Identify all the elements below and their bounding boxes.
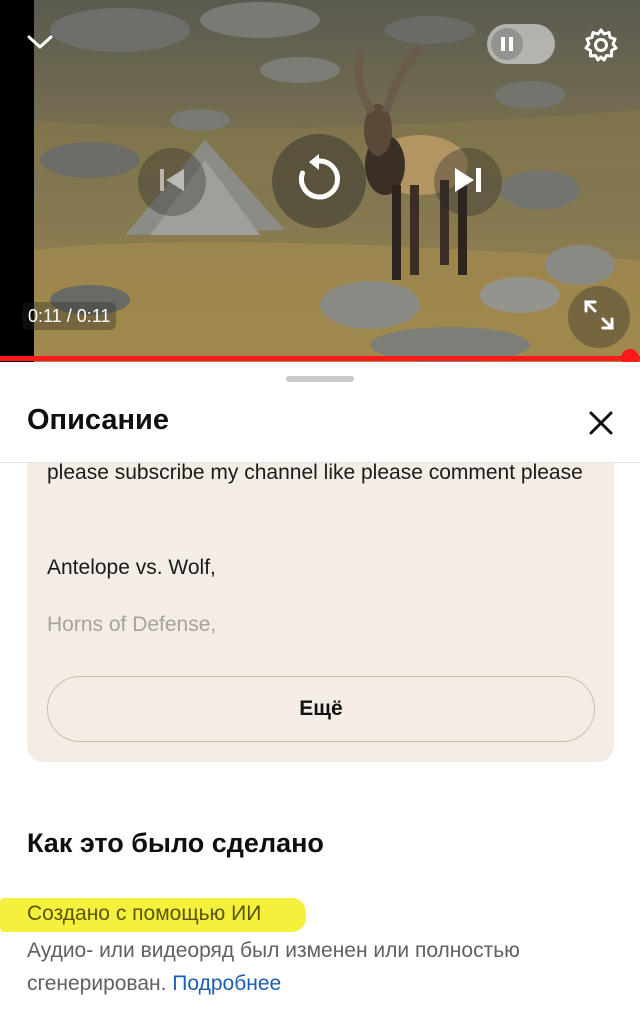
description-card: please subscribe my channel like please …	[27, 448, 614, 762]
ai-description: Аудио- или видеоряд был изменен или полн…	[27, 934, 607, 1000]
previous-button[interactable]	[138, 148, 206, 216]
autoplay-toggle[interactable]	[487, 24, 555, 64]
replay-button[interactable]	[272, 134, 366, 228]
more-button[interactable]: Ещё	[47, 676, 595, 742]
next-button[interactable]	[434, 148, 502, 216]
video-player[interactable]: 0:11 / 0:11	[0, 0, 640, 362]
time-display: 0:11 / 0:11	[22, 302, 117, 330]
header-divider	[0, 462, 640, 463]
fullscreen-icon	[582, 298, 616, 337]
chevron-down-icon[interactable]	[22, 24, 58, 60]
pause-icon	[491, 28, 523, 60]
sheet-title: Описание	[27, 404, 169, 436]
close-icon[interactable]	[584, 406, 618, 440]
replay-icon	[293, 153, 345, 210]
learn-more-link[interactable]: Подробнее	[172, 972, 281, 995]
skip-next-icon	[452, 165, 484, 200]
made-section-title: Как это было сделано	[27, 828, 324, 858]
description-line: Horns of Defense,	[47, 613, 217, 636]
gear-icon[interactable]	[580, 24, 622, 66]
ai-label: Создано с помощью ИИ	[27, 902, 262, 925]
fullscreen-button[interactable]	[568, 286, 630, 348]
screen: 0:11 / 0:11 please subscribe my channel …	[0, 0, 640, 1018]
description-line: Antelope vs. Wolf,	[47, 556, 216, 579]
description-sheet: please subscribe my channel like please …	[0, 364, 640, 1018]
progress-bar[interactable]	[0, 356, 640, 361]
skip-previous-icon	[157, 165, 187, 200]
progress-scrubber[interactable]	[621, 349, 639, 362]
drag-handle[interactable]	[286, 376, 354, 382]
